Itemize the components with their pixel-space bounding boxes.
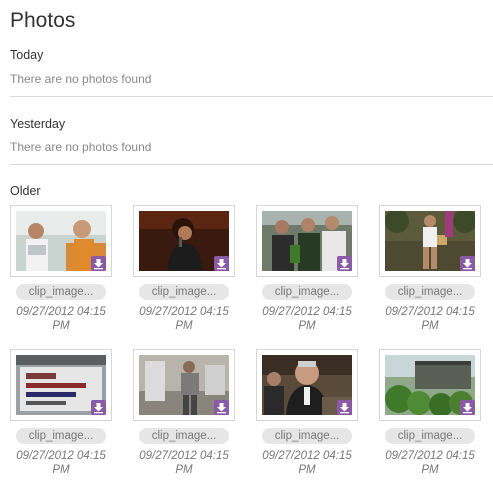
photo-timestamp: 09/27/2012 04:15 PM <box>10 449 112 477</box>
photo-timestamp: 09/27/2012 04:15 PM <box>379 305 481 333</box>
empty-message-today: There are no photos found <box>10 72 152 86</box>
photo-name[interactable]: clip_image... <box>16 284 106 300</box>
photo-date: 09/27/2012 04:15 <box>139 306 229 318</box>
section-label-today: Today <box>10 48 44 62</box>
photo-thumbnail[interactable] <box>256 205 358 277</box>
download-arrow-icon[interactable] <box>214 256 229 271</box>
photo-time: PM <box>52 464 70 476</box>
photo-thumbnail[interactable] <box>379 205 481 277</box>
download-arrow-icon[interactable] <box>460 400 475 415</box>
photo-thumbnail[interactable] <box>10 205 112 277</box>
download-arrow-icon[interactable] <box>214 400 229 415</box>
photo-thumbnail[interactable] <box>256 349 358 421</box>
photo-thumbnail[interactable] <box>379 349 481 421</box>
photo-time: PM <box>421 320 439 332</box>
photo-time: PM <box>298 464 316 476</box>
photo-time: PM <box>421 464 439 476</box>
photo-timestamp: 09/27/2012 04:15 PM <box>133 449 235 477</box>
photo-time: PM <box>298 320 316 332</box>
photo-date: 09/27/2012 04:15 <box>16 306 106 318</box>
photo-name[interactable]: clip_image... <box>262 284 352 300</box>
photo-thumbnail[interactable] <box>10 349 112 421</box>
divider <box>10 164 493 165</box>
section-label-older: Older <box>10 184 41 198</box>
empty-message-yesterday: There are no photos found <box>10 140 152 154</box>
photo-time: PM <box>175 464 193 476</box>
photo-name[interactable]: clip_image... <box>139 428 229 444</box>
photo-name[interactable]: clip_image... <box>139 284 229 300</box>
photo-thumbnail[interactable] <box>133 349 235 421</box>
download-arrow-icon[interactable] <box>460 256 475 271</box>
photo-date: 09/27/2012 04:15 <box>139 450 229 462</box>
photo-time: PM <box>52 320 70 332</box>
photo-time: PM <box>175 320 193 332</box>
photo-timestamp: 09/27/2012 04:15 PM <box>10 305 112 333</box>
photo-date: 09/27/2012 04:15 <box>385 450 475 462</box>
photo-date: 09/27/2012 04:15 <box>385 306 475 318</box>
page-title: Photos <box>10 9 76 32</box>
divider <box>10 96 493 97</box>
download-arrow-icon[interactable] <box>91 400 106 415</box>
photo-name[interactable]: clip_image... <box>385 284 475 300</box>
photo-timestamp: 09/27/2012 04:15 PM <box>133 305 235 333</box>
download-arrow-icon[interactable] <box>337 400 352 415</box>
download-arrow-icon[interactable] <box>337 256 352 271</box>
photo-name[interactable]: clip_image... <box>16 428 106 444</box>
photo-timestamp: 09/27/2012 04:15 PM <box>256 305 358 333</box>
photo-date: 09/27/2012 04:15 <box>262 450 352 462</box>
photo-date: 09/27/2012 04:15 <box>262 306 352 318</box>
photo-timestamp: 09/27/2012 04:15 PM <box>256 449 358 477</box>
photo-name[interactable]: clip_image... <box>262 428 352 444</box>
section-label-yesterday: Yesterday <box>10 117 66 131</box>
photo-date: 09/27/2012 04:15 <box>16 450 106 462</box>
photo-timestamp: 09/27/2012 04:15 PM <box>379 449 481 477</box>
photo-name[interactable]: clip_image... <box>385 428 475 444</box>
photo-thumbnail[interactable] <box>133 205 235 277</box>
download-arrow-icon[interactable] <box>91 256 106 271</box>
